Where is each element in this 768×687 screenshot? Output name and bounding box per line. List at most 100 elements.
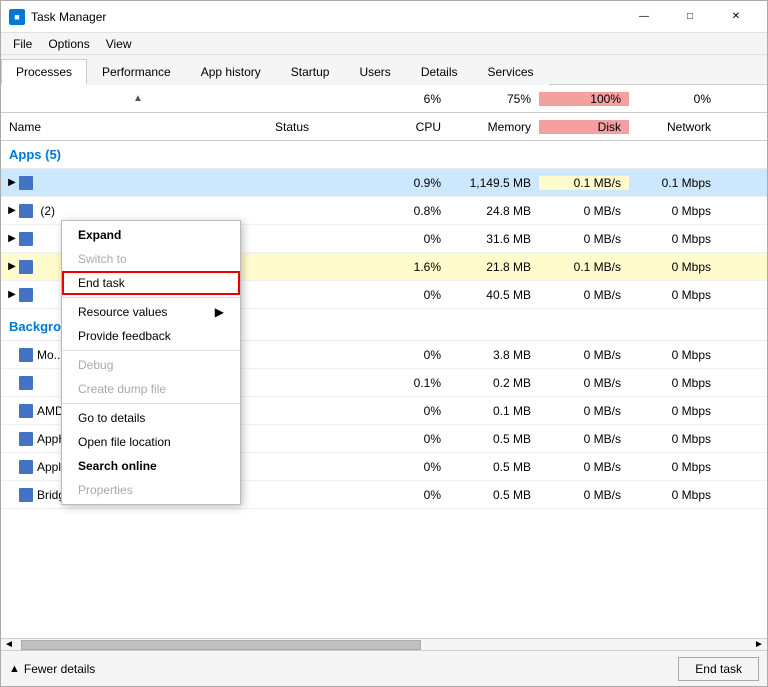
- row-cpu-bg4: 0%: [369, 432, 449, 446]
- tab-users[interactable]: Users: [344, 59, 405, 85]
- context-menu: Expand Switch to End task Resource value…: [61, 220, 241, 505]
- row-cpu-5: 0%: [369, 288, 449, 302]
- fewer-details-button[interactable]: ▲ Fewer details: [9, 662, 95, 676]
- table-container: ▲ 6% 75% 100% 0% Name Status CPU Memory …: [1, 85, 767, 638]
- expand-icon: ▶: [5, 233, 19, 244]
- ctx-search-online[interactable]: Search online: [62, 454, 240, 478]
- bg-name-1: Mo...: [37, 348, 64, 362]
- fewer-details-label: Fewer details: [24, 662, 95, 676]
- net-usage-header: 0%: [629, 92, 719, 106]
- row-cpu-4: 1.6%: [369, 260, 449, 274]
- row-disk-bg4: 0 MB/s: [539, 432, 629, 446]
- task-manager-window: ■ Task Manager — □ ✕ File Options View P…: [0, 0, 768, 687]
- row-mem-bg6: 0.5 MB: [449, 488, 539, 502]
- col-mem-header[interactable]: Memory: [449, 120, 539, 134]
- mem-usage-header: 75%: [449, 92, 539, 106]
- horizontal-scrollbar[interactable]: ◄ ►: [1, 638, 767, 650]
- apps-section-title: Apps (5): [1, 147, 271, 162]
- row-net-bg6: 0 Mbps: [629, 488, 719, 502]
- tab-details[interactable]: Details: [406, 59, 473, 85]
- menu-file[interactable]: File: [5, 35, 40, 53]
- row-cpu-bg5: 0%: [369, 460, 449, 474]
- row-mem-bg3: 0.1 MB: [449, 404, 539, 418]
- row-mem-bg1: 3.8 MB: [449, 348, 539, 362]
- close-button[interactable]: ✕: [713, 1, 759, 33]
- ctx-sep-1: [62, 297, 240, 298]
- ctx-sep-2: [62, 350, 240, 351]
- ctx-switch-to: Switch to: [62, 247, 240, 271]
- app-icon-4: [19, 260, 33, 274]
- menu-options[interactable]: Options: [40, 35, 97, 53]
- column-usage-row: ▲ 6% 75% 100% 0%: [1, 85, 767, 113]
- ctx-provide-feedback[interactable]: Provide feedback: [62, 324, 240, 348]
- app-icon-5: [19, 288, 33, 302]
- chevron-up-icon: ▲: [9, 663, 20, 675]
- row-cpu-2: 0.8%: [369, 204, 449, 218]
- col-net-header[interactable]: Network: [629, 120, 719, 134]
- expand-icon: ▶: [5, 205, 19, 216]
- tab-app-history[interactable]: App history: [186, 59, 276, 85]
- col-disk-header[interactable]: Disk: [539, 120, 629, 134]
- hscroll-right-btn[interactable]: ►: [751, 639, 767, 650]
- ctx-go-to-details[interactable]: Go to details: [62, 406, 240, 430]
- row-net-4: 0 Mbps: [629, 260, 719, 274]
- tab-startup[interactable]: Startup: [276, 59, 345, 85]
- ctx-expand[interactable]: Expand: [62, 223, 240, 247]
- apps-section-header: Apps (5): [1, 141, 767, 169]
- menu-bar: File Options View: [1, 33, 767, 55]
- tab-processes[interactable]: Processes: [1, 59, 87, 85]
- expand-icon: ▶: [5, 289, 19, 300]
- ctx-properties: Properties: [62, 478, 240, 502]
- minimize-button[interactable]: —: [621, 1, 667, 33]
- row-net-bg5: 0 Mbps: [629, 460, 719, 474]
- bg-icon-4: [19, 432, 33, 446]
- bg-icon-2: [19, 376, 33, 390]
- row-net-bg3: 0 Mbps: [629, 404, 719, 418]
- app-icon-3: [19, 232, 33, 246]
- row-cpu-bg2: 0.1%: [369, 376, 449, 390]
- row-mem-bg4: 0.5 MB: [449, 432, 539, 446]
- col-name-header[interactable]: Name: [1, 120, 271, 134]
- row-disk-bg3: 0 MB/s: [539, 404, 629, 418]
- row-cpu-bg1: 0%: [369, 348, 449, 362]
- ctx-open-file-location[interactable]: Open file location: [62, 430, 240, 454]
- hscroll-left-btn[interactable]: ◄: [1, 639, 17, 650]
- hscroll-thumb[interactable]: [21, 640, 421, 650]
- row-mem-2: 24.8 MB: [449, 204, 539, 218]
- maximize-button[interactable]: □: [667, 1, 713, 33]
- ctx-resource-values[interactable]: Resource values ▶: [62, 300, 240, 324]
- bottom-bar: ▲ Fewer details End task: [1, 650, 767, 686]
- window-title: Task Manager: [31, 10, 621, 24]
- menu-view[interactable]: View: [98, 35, 140, 53]
- row-cpu-3: 0%: [369, 232, 449, 246]
- bg-icon-6: [19, 488, 33, 502]
- row-disk-5: 0 MB/s: [539, 288, 629, 302]
- ctx-debug: Debug: [62, 353, 240, 377]
- row-mem-5: 40.5 MB: [449, 288, 539, 302]
- tab-performance[interactable]: Performance: [87, 59, 186, 85]
- row-net-bg2: 0 Mbps: [629, 376, 719, 390]
- row-disk-bg1: 0 MB/s: [539, 348, 629, 362]
- tab-services[interactable]: Services: [473, 59, 549, 85]
- end-task-button[interactable]: End task: [678, 657, 759, 681]
- row-disk-2: 0 MB/s: [539, 204, 629, 218]
- row-disk-bg2: 0 MB/s: [539, 376, 629, 390]
- row-disk-3: 0 MB/s: [539, 232, 629, 246]
- app-icon-1: [19, 176, 33, 190]
- row-net-5: 0 Mbps: [629, 288, 719, 302]
- row-net-1: 0.1 Mbps: [629, 176, 719, 190]
- row-disk-bg6: 0 MB/s: [539, 488, 629, 502]
- cpu-usage-header: 6%: [369, 92, 449, 106]
- row-mem-1: 1,149.5 MB: [449, 176, 539, 190]
- row-net-bg4: 0 Mbps: [629, 432, 719, 446]
- ctx-sep-3: [62, 403, 240, 404]
- ctx-end-task[interactable]: End task: [62, 271, 240, 295]
- expand-icon: ▶: [5, 261, 19, 272]
- col-status-header[interactable]: Status: [271, 120, 369, 134]
- table-row[interactable]: ▶ 0.9% 1,149.5 MB 0.1 MB/s 0.1 Mbps: [1, 169, 767, 197]
- row-disk-1: 0.1 MB/s: [539, 176, 629, 190]
- row-mem-4: 21.8 MB: [449, 260, 539, 274]
- row-name-cell: ▶ (2): [1, 204, 271, 218]
- col-cpu-header[interactable]: CPU: [369, 120, 449, 134]
- row-mem-bg5: 0.5 MB: [449, 460, 539, 474]
